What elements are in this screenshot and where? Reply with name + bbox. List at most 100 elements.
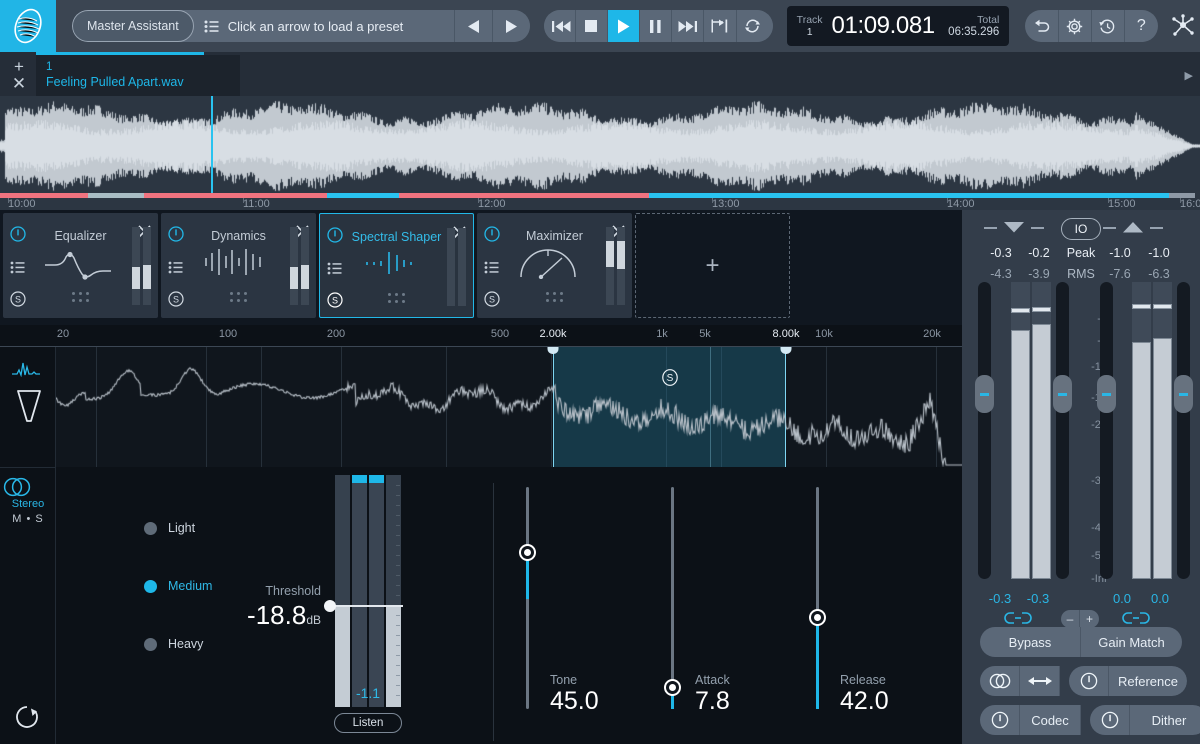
preset-field[interactable]: Click an arrow to load a preset bbox=[194, 10, 454, 42]
gain-match-button[interactable]: Gain Match bbox=[1081, 627, 1182, 657]
module-equalizer[interactable]: Equalizer S bbox=[3, 213, 158, 318]
funnel-filter-icon[interactable] bbox=[16, 389, 42, 423]
output-rms-left: -7.6 bbox=[1103, 267, 1137, 281]
intensity-option-heavy[interactable]: Heavy bbox=[144, 637, 203, 651]
timeline-label: 14:00 bbox=[947, 198, 975, 210]
next-preset-button[interactable] bbox=[492, 10, 530, 42]
threshold-readout[interactable]: -18.8dB bbox=[206, 600, 321, 631]
slider-label: Tone bbox=[550, 673, 577, 687]
timeline-segments bbox=[0, 193, 1200, 198]
triangle-up-icon[interactable] bbox=[1123, 222, 1143, 233]
add-module-button[interactable]: + bbox=[635, 213, 790, 318]
width-button[interactable] bbox=[1020, 666, 1060, 696]
prev-preset-button[interactable] bbox=[454, 10, 492, 42]
io-toggle-button[interactable]: IO bbox=[1061, 218, 1101, 240]
slider-knob[interactable] bbox=[809, 609, 826, 626]
stereo-mode-button[interactable] bbox=[980, 666, 1020, 696]
module-maximizer[interactable]: Maximizer S bbox=[477, 213, 632, 318]
output-link-chain-icon[interactable] bbox=[1122, 610, 1150, 626]
intensity-option-medium[interactable]: Medium bbox=[144, 579, 212, 593]
timeline-segment[interactable] bbox=[327, 193, 399, 198]
loop-button[interactable] bbox=[737, 10, 773, 42]
codec-power-button[interactable] bbox=[980, 705, 1020, 735]
play-button[interactable] bbox=[608, 10, 640, 42]
module-dynamics[interactable]: Dynamics S bbox=[161, 213, 316, 318]
timeline-segment[interactable] bbox=[144, 193, 327, 198]
fader-thumb[interactable] bbox=[1097, 375, 1116, 413]
band-solo-s-icon[interactable]: S bbox=[661, 369, 678, 386]
triangle-down-icon[interactable] bbox=[1004, 222, 1024, 233]
list-icon[interactable] bbox=[327, 262, 342, 275]
listen-button[interactable]: Listen bbox=[334, 713, 402, 733]
pause-button[interactable] bbox=[640, 10, 672, 42]
module-chain: Equalizer S bbox=[0, 210, 962, 325]
module-spectral-shaper[interactable]: Spectral Shaper S bbox=[319, 213, 474, 318]
time-display[interactable]: Track 1 01:09.081 Total 06:35.296 bbox=[787, 6, 1010, 46]
intensity-option-light[interactable]: Light bbox=[144, 521, 195, 535]
history-clock-icon bbox=[1099, 18, 1116, 35]
list-icon bbox=[204, 20, 219, 33]
reference-power-button[interactable] bbox=[1069, 666, 1109, 696]
undo-button[interactable] bbox=[1025, 10, 1058, 42]
jump-to-end-button[interactable] bbox=[704, 10, 736, 42]
master-assistant-button[interactable]: Master Assistant bbox=[72, 10, 194, 42]
output-gain-right[interactable]: 0.0 bbox=[1140, 591, 1180, 606]
stop-button[interactable] bbox=[576, 10, 608, 42]
input-link-chain-icon[interactable] bbox=[1004, 610, 1032, 626]
output-gain-left[interactable]: 0.0 bbox=[1102, 591, 1142, 606]
timeline-segment[interactable] bbox=[399, 193, 649, 198]
rewind-to-start-button[interactable] bbox=[544, 10, 576, 42]
spectrum-analyzer[interactable]: S bbox=[56, 347, 962, 467]
output-fader-left[interactable] bbox=[1100, 282, 1113, 579]
slider-tone[interactable]: Tone 45.0 bbox=[526, 487, 646, 737]
input-gain-left[interactable]: -0.3 bbox=[980, 591, 1020, 606]
threshold-meters[interactable] bbox=[335, 475, 401, 707]
dither-button[interactable]: Dither bbox=[1130, 705, 1200, 735]
svg-text:S: S bbox=[666, 373, 673, 384]
settings-button[interactable] bbox=[1059, 10, 1092, 42]
help-button[interactable]: ? bbox=[1125, 10, 1158, 42]
slider-release[interactable]: Release 42.0 bbox=[816, 487, 936, 737]
gain-plus-button[interactable]: + bbox=[1080, 610, 1099, 628]
input-fader-left[interactable] bbox=[978, 282, 991, 579]
skip-back-icon bbox=[552, 20, 571, 33]
mid-side-label[interactable]: M • S bbox=[0, 513, 56, 525]
output-fader-right[interactable] bbox=[1177, 282, 1190, 579]
spectrum-curve-icon[interactable] bbox=[12, 361, 40, 377]
timeline-segment[interactable] bbox=[88, 193, 144, 198]
stereo-mode-selector[interactable]: Stereo M • S bbox=[0, 477, 56, 525]
gain-reduction-value: -1.1 bbox=[335, 685, 401, 701]
slider-track[interactable] bbox=[671, 487, 674, 709]
gear-icon bbox=[1066, 18, 1083, 35]
bypass-button[interactable]: Bypass bbox=[980, 627, 1081, 657]
refresh-circle-icon[interactable] bbox=[14, 704, 40, 730]
chevron-right-icon[interactable]: ▶ bbox=[1185, 69, 1193, 82]
list-icon[interactable] bbox=[10, 261, 25, 274]
dither-power-button[interactable] bbox=[1090, 705, 1130, 735]
transport-controls bbox=[544, 10, 773, 42]
izotope-logo-icon[interactable] bbox=[0, 0, 56, 52]
slider-knob[interactable] bbox=[519, 544, 536, 561]
asterisk-node-button[interactable] bbox=[1167, 14, 1200, 38]
fader-thumb[interactable] bbox=[975, 375, 994, 413]
list-icon[interactable] bbox=[168, 261, 183, 274]
slider-attack[interactable]: Attack 7.8 bbox=[671, 487, 791, 737]
timeline-ruler[interactable]: 10:0011:0012:0013:0014:0015:0016:00 bbox=[0, 193, 1200, 210]
meter-area: 0-3-6-10-15-20-30-40-50-Inf bbox=[962, 282, 1200, 587]
waveform-overview[interactable]: 10:0011:0012:0013:0014:0015:0016:00 bbox=[0, 96, 1200, 210]
track-tab[interactable]: 1 Feeling Pulled Apart.wav bbox=[36, 55, 240, 96]
next-track-button[interactable] bbox=[672, 10, 704, 42]
gain-minus-button[interactable]: – bbox=[1061, 610, 1080, 628]
input-gain-right[interactable]: -0.3 bbox=[1018, 591, 1058, 606]
x-icon[interactable]: ✕ bbox=[12, 76, 26, 91]
list-icon[interactable] bbox=[484, 261, 499, 274]
threshold-knob[interactable] bbox=[324, 600, 336, 612]
fader-thumb[interactable] bbox=[1174, 375, 1193, 413]
reference-button[interactable]: Reference bbox=[1109, 666, 1187, 696]
plus-icon[interactable]: + bbox=[14, 59, 24, 74]
slider-knob[interactable] bbox=[664, 679, 681, 696]
codec-button[interactable]: Codec bbox=[1020, 705, 1081, 735]
input-level-meters bbox=[1011, 282, 1051, 579]
playhead[interactable] bbox=[211, 96, 213, 193]
history-button[interactable] bbox=[1092, 10, 1125, 42]
